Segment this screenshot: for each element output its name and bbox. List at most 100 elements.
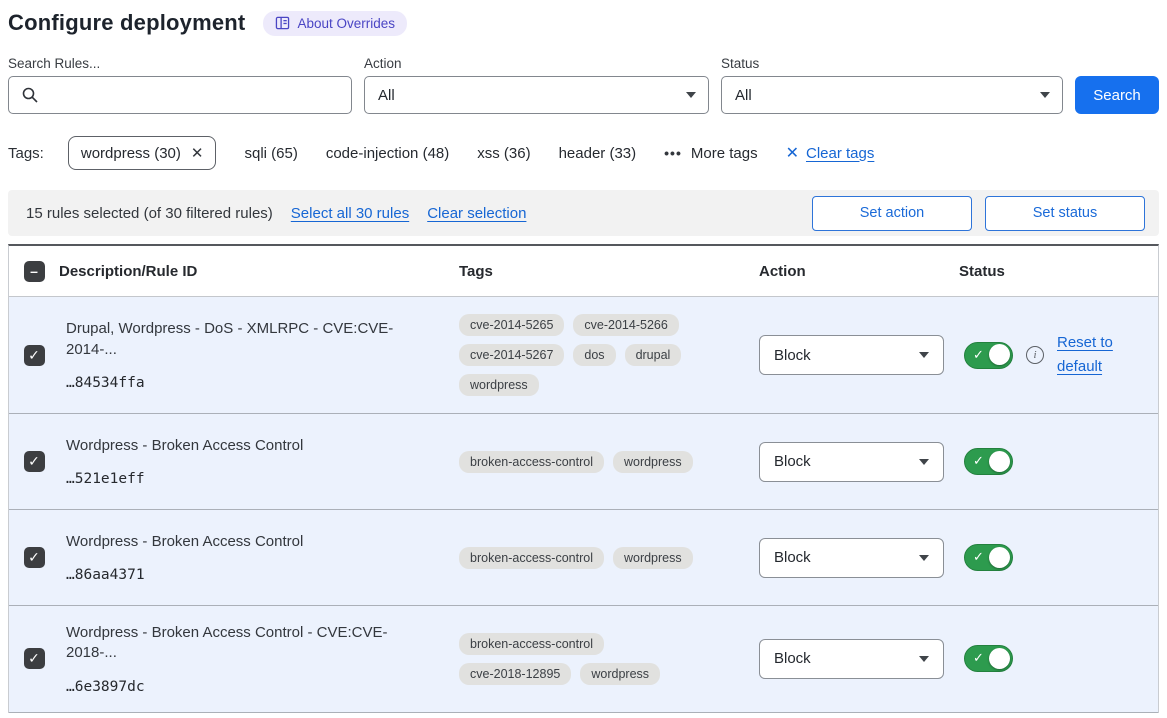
search-rules-field: Search Rules... bbox=[8, 56, 352, 114]
table-header-row: – Description/Rule ID Tags Action Status bbox=[9, 246, 1158, 297]
chevron-down-icon bbox=[686, 92, 696, 98]
tags-cell: broken-access-controlwordpress bbox=[459, 451, 759, 473]
rule-tags: broken-access-control cve-2018-12895 wordp… bbox=[459, 633, 699, 685]
action-select[interactable]: Block bbox=[759, 639, 944, 679]
rule-tags: cve-2014-5265cve-2014-5266cve-2014-5267d… bbox=[459, 314, 699, 396]
action-filter-select[interactable]: All bbox=[364, 76, 709, 114]
status-filter-field: Status All bbox=[721, 56, 1063, 114]
selected-tag-wordpress[interactable]: wordpress (30) ✕ bbox=[68, 136, 217, 170]
chevron-down-icon bbox=[919, 555, 929, 561]
tags-bar: Tags: wordpress (30) ✕ sqli (65) code-in… bbox=[8, 136, 1159, 170]
search-icon bbox=[21, 86, 39, 109]
search-button[interactable]: Search bbox=[1075, 76, 1159, 114]
chevron-down-icon bbox=[919, 352, 929, 358]
rule-description: Wordpress - Broken Access Control - CVE:… bbox=[66, 623, 435, 664]
set-status-button[interactable]: Set status bbox=[985, 196, 1145, 231]
page-title: Configure deployment bbox=[8, 10, 245, 36]
action-filter-value: All bbox=[378, 87, 395, 104]
select-all-checkbox[interactable]: – bbox=[24, 261, 45, 282]
tag-pill: cve-2018-12895 bbox=[459, 663, 571, 685]
table-footer-gap bbox=[8, 713, 1159, 718]
tags-cell: broken-access-controlwordpress bbox=[459, 547, 759, 569]
status-filter-select[interactable]: All bbox=[721, 76, 1063, 114]
status-filter-label: Status bbox=[721, 56, 1063, 71]
tag-pill: wordpress bbox=[580, 663, 660, 685]
action-select[interactable]: Block bbox=[759, 538, 944, 578]
tags-cell: cve-2014-5265cve-2014-5266cve-2014-5267d… bbox=[459, 314, 759, 396]
reset-to-default-link[interactable]: Reset to default bbox=[1057, 331, 1119, 379]
description-cell: Wordpress - Broken Access Control …86aa4… bbox=[59, 532, 459, 583]
rule-id: …6e3897dc bbox=[66, 679, 435, 695]
filters-row: Search Rules... Action All Status All bbox=[8, 56, 1159, 114]
rule-id: …84534ffa bbox=[66, 375, 435, 391]
column-header-action: Action bbox=[759, 263, 959, 280]
rule-description: Wordpress - Broken Access Control bbox=[66, 436, 435, 456]
row-checkbox[interactable]: ✓ bbox=[24, 451, 45, 472]
tag-pill: broken-access-control bbox=[459, 633, 604, 655]
tag-filter-code-injection[interactable]: code-injection (48) bbox=[326, 145, 449, 162]
remove-tag-icon[interactable]: ✕ bbox=[191, 144, 204, 162]
more-tags-label: More tags bbox=[691, 145, 758, 162]
action-select-value: Block bbox=[774, 549, 811, 566]
status-cell: ✓ bbox=[959, 544, 1158, 571]
action-filter-label: Action bbox=[364, 56, 709, 71]
action-select[interactable]: Block bbox=[759, 335, 944, 375]
status-cell: ✓ i Reset to default bbox=[959, 331, 1158, 379]
page-header: Configure deployment About Overrides bbox=[8, 10, 1159, 36]
selection-bar: 15 rules selected (of 30 filtered rules)… bbox=[8, 190, 1159, 236]
chevron-down-icon bbox=[919, 459, 929, 465]
rule-tags: broken-access-controlwordpress bbox=[459, 451, 699, 473]
tag-pill: drupal bbox=[625, 344, 682, 366]
chevron-down-icon bbox=[919, 656, 929, 662]
tags-bar-label: Tags: bbox=[8, 145, 44, 162]
table-row: ✓ Drupal, Wordpress - DoS - XMLRPC - CVE… bbox=[9, 297, 1158, 414]
rule-id: …86aa4371 bbox=[66, 567, 435, 583]
book-icon bbox=[275, 16, 290, 30]
status-toggle[interactable]: ✓ bbox=[964, 544, 1013, 571]
ellipsis-icon: ••• bbox=[664, 145, 682, 161]
more-tags-button[interactable]: ••• More tags bbox=[664, 145, 757, 162]
status-cell: ✓ bbox=[959, 448, 1158, 475]
search-input[interactable] bbox=[8, 76, 352, 114]
action-select-value: Block bbox=[774, 453, 811, 470]
select-all-rules-link[interactable]: Select all 30 rules bbox=[291, 205, 409, 222]
clear-tags-button[interactable]: ✕ Clear tags bbox=[786, 143, 875, 163]
action-select-value: Block bbox=[774, 347, 811, 364]
check-icon: ✓ bbox=[973, 650, 984, 666]
selection-summary: 15 rules selected (of 30 filtered rules) bbox=[26, 205, 273, 222]
action-cell: Block bbox=[759, 639, 959, 679]
about-overrides-badge[interactable]: About Overrides bbox=[263, 11, 407, 36]
table-row: ✓ Wordpress - Broken Access Control …521… bbox=[9, 414, 1158, 510]
info-icon[interactable]: i bbox=[1026, 346, 1044, 364]
status-toggle[interactable]: ✓ bbox=[964, 645, 1013, 672]
rule-tags: broken-access-controlwordpress bbox=[459, 547, 699, 569]
tag-filter-xss[interactable]: xss (36) bbox=[477, 145, 530, 162]
rule-id: …521e1eff bbox=[66, 471, 435, 487]
tag-pill: broken-access-control bbox=[459, 547, 604, 569]
tag-filter-header[interactable]: header (33) bbox=[559, 145, 637, 162]
status-toggle[interactable]: ✓ bbox=[964, 342, 1013, 369]
check-icon: ✓ bbox=[973, 549, 984, 565]
clear-tags-label: Clear tags bbox=[806, 145, 874, 162]
row-checkbox[interactable]: ✓ bbox=[24, 547, 45, 568]
tag-pill: broken-access-control bbox=[459, 451, 604, 473]
clear-tags-x-icon: ✕ bbox=[786, 143, 799, 163]
toggle-knob bbox=[989, 344, 1010, 365]
row-checkbox[interactable]: ✓ bbox=[24, 345, 45, 366]
row-checkbox[interactable]: ✓ bbox=[24, 648, 45, 669]
action-cell: Block bbox=[759, 442, 959, 482]
description-cell: Drupal, Wordpress - DoS - XMLRPC - CVE:C… bbox=[59, 319, 459, 391]
tag-filter-sqli[interactable]: sqli (65) bbox=[244, 145, 297, 162]
table-row: ✓ Wordpress - Broken Access Control …86a… bbox=[9, 510, 1158, 606]
action-cell: Block bbox=[759, 335, 959, 375]
set-action-button[interactable]: Set action bbox=[812, 196, 972, 231]
tag-pill: wordpress bbox=[459, 374, 539, 396]
clear-selection-link[interactable]: Clear selection bbox=[427, 205, 526, 222]
tag-pill: dos bbox=[573, 344, 615, 366]
rule-description: Wordpress - Broken Access Control bbox=[66, 532, 435, 552]
action-select[interactable]: Block bbox=[759, 442, 944, 482]
tags-cell: broken-access-control cve-2018-12895 wordp… bbox=[459, 633, 759, 685]
status-toggle[interactable]: ✓ bbox=[964, 448, 1013, 475]
status-filter-value: All bbox=[735, 87, 752, 104]
table-body: ✓ Drupal, Wordpress - DoS - XMLRPC - CVE… bbox=[9, 297, 1158, 713]
